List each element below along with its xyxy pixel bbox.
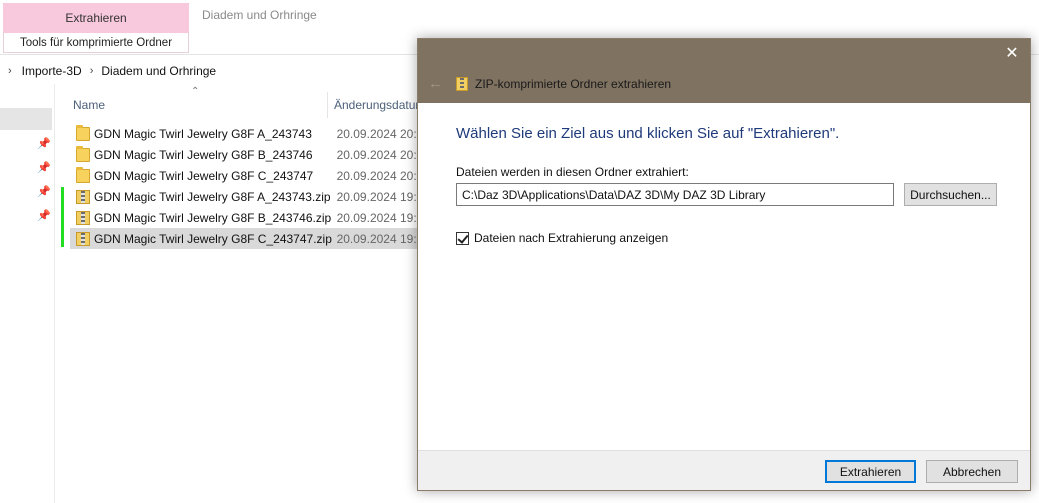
- show-files-option[interactable]: Dateien nach Extrahierung anzeigen: [456, 231, 668, 245]
- pin-icon[interactable]: 📌: [37, 186, 51, 198]
- sort-ascending-icon: ⌃: [191, 86, 200, 97]
- pin-icon[interactable]: 📌: [37, 210, 51, 222]
- chevron-right-icon[interactable]: ›: [8, 65, 12, 77]
- zip-folder-icon: [76, 189, 90, 204]
- show-files-label: Dateien nach Extrahierung anzeigen: [474, 231, 669, 245]
- folder-icon: [76, 145, 90, 162]
- file-date: 20.09.2024 19:52: [336, 189, 430, 204]
- dialog-titlebar: ✕ ← ZIP-komprimierte Ordner extrahieren: [418, 39, 1030, 103]
- file-name: GDN Magic Twirl Jewelry G8F A_243743: [94, 126, 312, 141]
- breadcrumb-item-importe[interactable]: Importe-3D: [22, 64, 82, 78]
- zip-folder-icon: [456, 77, 468, 91]
- zip-folder-icon: [76, 231, 90, 246]
- pin-icon[interactable]: 📌: [37, 138, 51, 150]
- dialog-footer: Extrahieren Abbrechen: [418, 450, 1030, 490]
- list-item[interactable]: GDN Magic Twirl Jewelry G8F B_243746.zip…: [70, 207, 430, 228]
- breadcrumb-item-current[interactable]: Diadem und Orhringe: [101, 64, 216, 78]
- close-icon[interactable]: ✕: [1002, 45, 1022, 63]
- dialog-heading: Wählen Sie ein Ziel aus und klicken Sie …: [456, 125, 840, 142]
- list-item[interactable]: GDN Magic Twirl Jewelry G8F A_243743.zip…: [70, 186, 430, 207]
- list-item[interactable]: GDN Magic Twirl Jewelry G8F B_243746 20.…: [70, 144, 430, 165]
- column-header-name[interactable]: Name: [73, 90, 105, 120]
- file-date: 20.09.2024 20:21: [336, 147, 430, 162]
- show-files-checkbox[interactable]: [456, 231, 469, 245]
- file-name: GDN Magic Twirl Jewelry G8F B_243746: [94, 147, 313, 162]
- list-item[interactable]: GDN Magic Twirl Jewelry G8F C_243747 20.…: [70, 165, 430, 186]
- navigation-pane: 📌 📌 📌 📌: [0, 84, 55, 503]
- compressed-folder-tools-label[interactable]: Tools für komprimierte Ordner: [3, 33, 189, 53]
- zip-folder-icon: [76, 210, 90, 225]
- file-name: GDN Magic Twirl Jewelry G8F B_243746.zip: [94, 210, 332, 225]
- folder-icon: [76, 166, 90, 183]
- back-arrow-icon[interactable]: ←: [428, 75, 443, 92]
- file-date: 20.09.2024 19:52: [336, 231, 430, 246]
- column-divider[interactable]: [327, 92, 328, 118]
- tab-extract[interactable]: Extrahieren: [3, 3, 189, 33]
- explorer-window: Extrahieren Tools für komprimierte Ordne…: [0, 0, 1039, 503]
- pin-icon[interactable]: 📌: [37, 162, 51, 174]
- chevron-right-icon[interactable]: ›: [90, 65, 94, 77]
- dialog-caption: ZIP-komprimierte Ordner extrahieren: [475, 77, 672, 91]
- target-folder-label: Dateien werden in diesen Ordner extrahie…: [456, 165, 689, 179]
- target-folder-input[interactable]: [456, 183, 894, 206]
- nav-selected-item[interactable]: [0, 108, 52, 130]
- file-date: 20.09.2024 20:17: [336, 126, 430, 141]
- file-name: GDN Magic Twirl Jewelry G8F C_243747: [94, 168, 314, 183]
- file-name: GDN Magic Twirl Jewelry G8F A_243743.zip: [94, 189, 331, 204]
- extract-dialog: ✕ ← ZIP-komprimierte Ordner extrahieren …: [417, 38, 1031, 491]
- list-item[interactable]: GDN Magic Twirl Jewelry G8F A_243743 20.…: [70, 123, 430, 144]
- cancel-button[interactable]: Abbrechen: [926, 460, 1018, 483]
- file-date: 20.09.2024 20:21: [336, 168, 430, 183]
- file-date: 20.09.2024 19:52: [336, 210, 430, 225]
- window-title: Diadem und Orhringe: [202, 8, 317, 22]
- browse-button[interactable]: Durchsuchen...: [904, 183, 997, 206]
- list-item-selected[interactable]: GDN Magic Twirl Jewelry G8F C_243747.zip…: [70, 228, 430, 249]
- folder-icon: [76, 124, 90, 141]
- extract-button[interactable]: Extrahieren: [825, 460, 916, 483]
- file-name: GDN Magic Twirl Jewelry G8F C_243747.zip: [94, 231, 332, 246]
- column-header-date[interactable]: Änderungsdatum: [334, 90, 425, 120]
- highlight-marker: [61, 187, 64, 247]
